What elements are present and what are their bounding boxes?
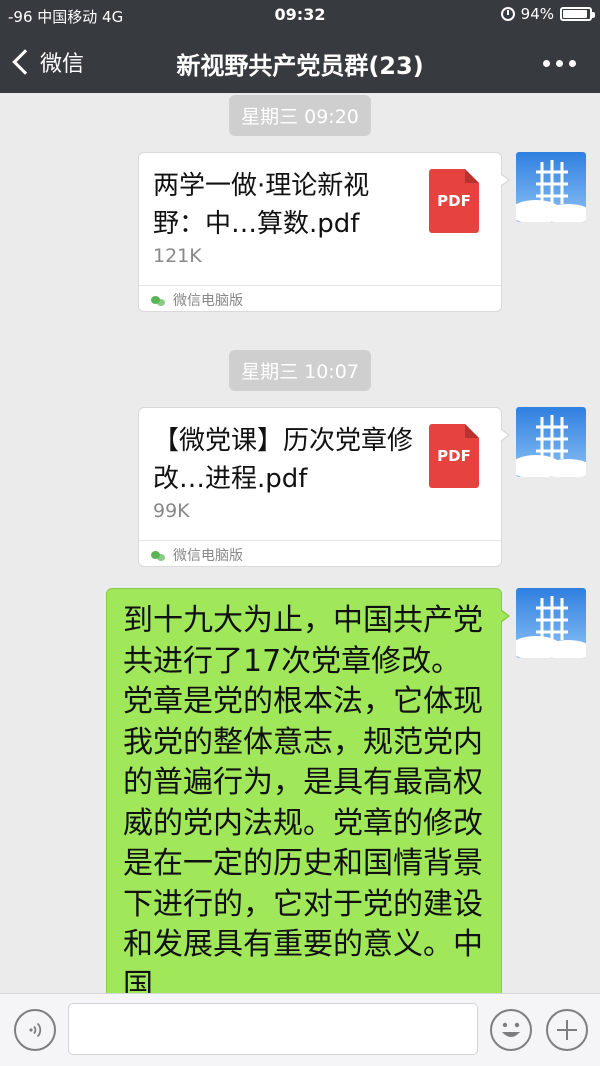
file-source-label: 微信电脑版 bbox=[173, 548, 243, 564]
avatar[interactable] bbox=[516, 588, 586, 658]
file-message[interactable]: 两学一做·理论新视野：中…算数.pdf PDF 121K 微信电脑版 bbox=[138, 152, 502, 312]
status-bar: -96 中国移动 4G 09:32 94% bbox=[0, 0, 600, 30]
message-input[interactable] bbox=[68, 1003, 478, 1055]
pdf-icon: PDF bbox=[429, 169, 479, 233]
alarm-icon bbox=[500, 7, 515, 21]
emoji-icon bbox=[502, 1022, 520, 1037]
plus-icon[interactable] bbox=[546, 1009, 588, 1051]
chat-title: 新视野共产党员群(23) bbox=[176, 52, 424, 80]
pdf-icon: PDF bbox=[429, 424, 479, 488]
text-message[interactable]: 到十九大为止，中国共产党共进行了17次党章修改。党章是党的根本法，它体现我党的整… bbox=[106, 588, 502, 993]
timestamp-text: 星期三 09:20 bbox=[229, 95, 371, 136]
file-source-label: 微信电脑版 bbox=[173, 293, 243, 309]
input-bar bbox=[0, 993, 600, 1066]
more-icon[interactable] bbox=[543, 60, 576, 67]
avatar[interactable] bbox=[516, 152, 586, 222]
file-size: 121K bbox=[153, 245, 202, 267]
file-message[interactable]: 【微党课】历次党章修改…进程.pdf PDF 99K 微信电脑版 bbox=[138, 407, 502, 567]
battery-icon bbox=[560, 7, 595, 21]
timestamp: 星期三 09:20 bbox=[0, 95, 600, 136]
divider bbox=[139, 540, 501, 541]
status-right: 94% bbox=[500, 5, 595, 23]
bubble-tail bbox=[500, 174, 508, 186]
divider bbox=[139, 285, 501, 286]
voice-button[interactable] bbox=[14, 1009, 56, 1051]
file-name: 两学一做·理论新视野：中…算数.pdf bbox=[153, 171, 370, 239]
wechat-icon bbox=[151, 549, 165, 561]
battery-percent: 94% bbox=[520, 5, 554, 23]
emoji-button[interactable] bbox=[490, 1009, 532, 1051]
wechat-icon bbox=[151, 294, 165, 306]
timestamp: 星期三 10:07 bbox=[0, 350, 600, 391]
avatar[interactable] bbox=[516, 407, 586, 477]
timestamp-text: 星期三 10:07 bbox=[229, 350, 371, 391]
top-bar: -96 中国移动 4G 09:32 94% 微信 新视野共产党员群(23) bbox=[0, 0, 600, 93]
voice-icon bbox=[29, 1022, 42, 1038]
file-source: 微信电脑版 bbox=[151, 545, 243, 565]
file-name: 【微党课】历次党章修改…进程.pdf bbox=[153, 426, 414, 494]
bubble-tail bbox=[500, 610, 508, 622]
chat-area[interactable]: 星期三 09:20 两学一做·理论新视野：中…算数.pdf PDF 121K 微… bbox=[0, 93, 600, 993]
nav-bar: 微信 新视野共产党员群(23) bbox=[0, 30, 600, 93]
bubble-tail bbox=[500, 429, 508, 441]
file-source: 微信电脑版 bbox=[151, 290, 243, 310]
file-size: 99K bbox=[153, 500, 190, 522]
